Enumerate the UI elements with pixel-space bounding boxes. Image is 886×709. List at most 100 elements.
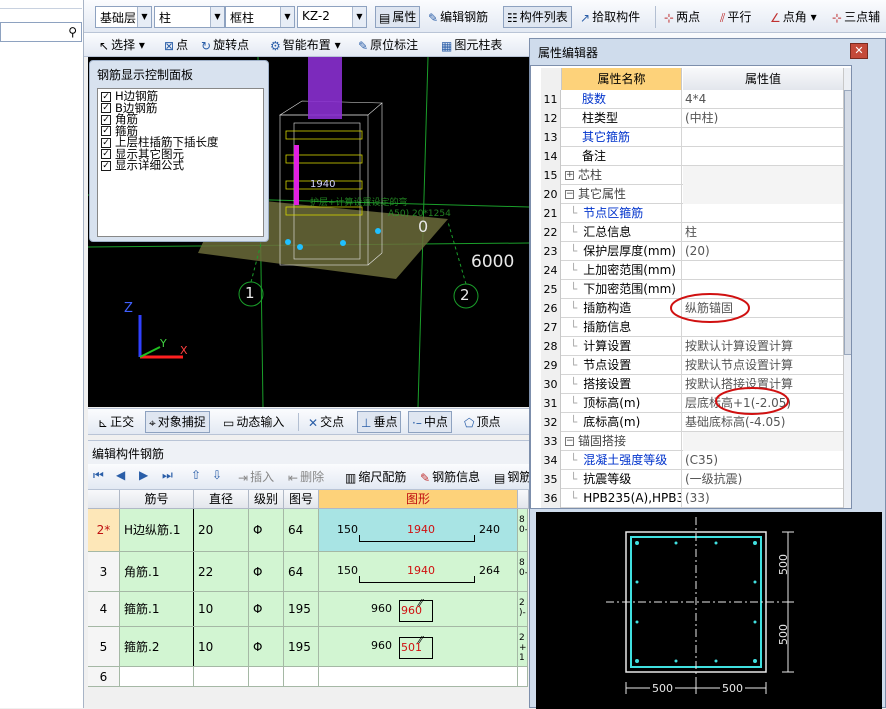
cell-dia[interactable]: 10 bbox=[194, 627, 249, 666]
axis-label-1: 1 bbox=[245, 284, 255, 302]
category-select[interactable]: 柱 ▼ bbox=[154, 6, 225, 28]
control-panel-item[interactable]: ✓ 显示详细公式 bbox=[101, 160, 260, 172]
properties-button[interactable]: ▤ 属性 bbox=[375, 6, 421, 28]
vertex-button[interactable]: ⬠ 顶点 bbox=[462, 411, 502, 433]
cell-idx: 2* bbox=[88, 509, 120, 551]
cell-fig[interactable]: 195 bbox=[284, 592, 319, 626]
cell-grade[interactable]: Φ bbox=[249, 552, 284, 591]
cell-extra[interactable] bbox=[518, 667, 528, 686]
table-row[interactable]: 4 箍筋.1 10 Φ 195 960 960 ⁄⁄ 2 )- bbox=[88, 592, 528, 627]
table-row[interactable]: 6 bbox=[88, 667, 528, 687]
stirrup-shape bbox=[399, 599, 433, 622]
cell-name[interactable] bbox=[120, 667, 194, 686]
ghost-text-1: 护层+计算设置设定的弯 bbox=[310, 198, 408, 208]
cell-shape[interactable]: 960 960 ⁄⁄ bbox=[319, 592, 518, 626]
cell-dia[interactable] bbox=[194, 667, 249, 686]
subtype-select[interactable]: 框柱 ▼ bbox=[225, 6, 295, 28]
cell-name[interactable]: 箍筋.1 bbox=[120, 592, 194, 626]
grid-header-figure-no[interactable]: 图号 bbox=[284, 490, 319, 509]
in-place-annotation-button[interactable]: ✎ 原位标注 bbox=[356, 34, 420, 56]
cell-dia[interactable]: 20 bbox=[194, 509, 249, 551]
cell-dia[interactable]: 22 bbox=[194, 552, 249, 591]
cell-grade[interactable]: Φ bbox=[249, 509, 284, 551]
cell-fig[interactable]: 195 bbox=[284, 627, 319, 666]
checkbox[interactable]: ✓ bbox=[101, 103, 111, 114]
cell-extra[interactable]: 2 )- bbox=[518, 592, 528, 626]
midpoint-button[interactable]: ·– 中点 bbox=[408, 411, 452, 433]
cell-extra[interactable]: 8 0- bbox=[518, 509, 528, 551]
cell-grade[interactable] bbox=[249, 667, 284, 686]
smart-layout-button[interactable]: ⚙ 智能布置 ▾ bbox=[268, 34, 343, 56]
grid-header-grade[interactable]: 级别 bbox=[249, 490, 284, 509]
component-list-button[interactable]: ☷ 构件列表 bbox=[503, 6, 572, 28]
point-button[interactable]: ⊠ 点 bbox=[162, 34, 190, 56]
delete-button[interactable]: ⇤ 删除 bbox=[286, 466, 326, 488]
select-button[interactable]: ↖ 选择 ▾ bbox=[97, 34, 147, 56]
rebar-editor-title-bar: 编辑构件钢筋 bbox=[88, 440, 529, 464]
annotation-circles bbox=[670, 293, 789, 415]
grid-header-name[interactable]: 筋号 bbox=[120, 490, 194, 509]
cell-grade[interactable]: Φ bbox=[249, 627, 284, 666]
last-icon[interactable]: ⏭ bbox=[162, 468, 173, 483]
cell-shape[interactable]: 150 1940 264 bbox=[319, 552, 518, 591]
ortho-button[interactable]: ⊾ 正交 bbox=[96, 411, 136, 433]
parallel-button[interactable]: ⫽ 平行 bbox=[718, 6, 753, 28]
table-row[interactable]: 3 角筋.1 22 Φ 64 150 1940 264 8 0- bbox=[88, 552, 528, 592]
grid-header-shape[interactable]: 图形 bbox=[319, 490, 518, 509]
rebar-info-button[interactable]: ✎ 钢筋信息 bbox=[418, 466, 482, 488]
cell-shape[interactable] bbox=[319, 667, 518, 686]
prev-icon[interactable]: ◀ bbox=[116, 468, 125, 482]
checkbox[interactable]: ✓ bbox=[101, 126, 111, 137]
component-select[interactable]: KZ-2 ▼ bbox=[297, 6, 367, 28]
cell-shape[interactable]: 960 501 ⁄⁄ bbox=[319, 627, 518, 666]
object-snap-button[interactable]: ⌖ 对象捕捉 bbox=[145, 411, 210, 433]
checkbox[interactable]: ✓ bbox=[101, 137, 111, 148]
cell-fig[interactable] bbox=[284, 667, 319, 686]
table-row[interactable]: 2* H边纵筋.1 20 Φ 64 150 1940 240 8 0- bbox=[88, 509, 528, 552]
left-search-box[interactable]: ⚲ bbox=[0, 22, 82, 42]
pick-icon: ↗ bbox=[580, 10, 591, 25]
delete-icon: ⇤ bbox=[288, 470, 299, 485]
cell-grade[interactable]: Φ bbox=[249, 592, 284, 626]
floor-select[interactable]: 基础层 ▼ bbox=[95, 6, 152, 28]
intersection-button[interactable]: ✕ 交点 bbox=[306, 411, 346, 433]
rebar-more-button[interactable]: ▤ 钢筋 bbox=[492, 466, 533, 488]
pick-component-button[interactable]: ↗ 拾取构件 bbox=[578, 6, 642, 28]
next-icon[interactable]: ▶ bbox=[139, 468, 148, 482]
edit-rebar-button[interactable]: ✎ 编辑钢筋 bbox=[426, 6, 490, 28]
cell-extra[interactable]: 8 0- bbox=[518, 552, 528, 591]
two-points-button[interactable]: ⊹ 两点 bbox=[662, 6, 702, 28]
table-row[interactable]: 5箍筋.210Φ195960501⁄⁄2 +2 1 bbox=[88, 627, 528, 667]
cell-name[interactable]: 角筋.1 bbox=[120, 552, 194, 591]
dimension-0: 0 bbox=[418, 217, 429, 236]
properties-label: 属性 bbox=[392, 10, 417, 24]
cell-name[interactable]: 箍筋.2 bbox=[120, 627, 194, 666]
cell-fig[interactable]: 64 bbox=[284, 552, 319, 591]
rotate-point-button[interactable]: ↻ 旋转点 bbox=[199, 34, 251, 56]
cell-extra[interactable]: 2 +2 1 bbox=[518, 627, 528, 666]
point-angle-label: 点角 bbox=[782, 10, 807, 24]
cell-fig[interactable]: 64 bbox=[284, 509, 319, 551]
checkbox[interactable]: ✓ bbox=[101, 149, 111, 160]
first-icon[interactable]: ⏮ bbox=[93, 468, 104, 483]
point-angle-button[interactable]: ∠ 点角 ▾ bbox=[768, 6, 819, 28]
cell-shape[interactable]: 150 1940 240 bbox=[319, 509, 518, 551]
stirrup-hook-icon: ⁄⁄ bbox=[419, 597, 423, 609]
element-table-button[interactable]: ▦ 图元柱表 bbox=[439, 34, 504, 56]
checkbox[interactable]: ✓ bbox=[101, 91, 111, 102]
cell-name[interactable]: H边纵筋.1 bbox=[120, 509, 194, 551]
move-up-icon[interactable]: ⇧ bbox=[191, 468, 201, 482]
dynamic-input-button[interactable]: ▭ 动态输入 bbox=[221, 411, 286, 433]
scale-rebar-button[interactable]: ▥ 缩尺配筋 bbox=[343, 466, 408, 488]
three-point-button[interactable]: ⊹ 三点辅 bbox=[830, 6, 882, 28]
checkbox[interactable]: ✓ bbox=[101, 114, 111, 125]
grid-header-diameter[interactable]: 直径(mm) bbox=[194, 490, 249, 525]
perpendicular-button[interactable]: ⊥ 垂点 bbox=[357, 411, 402, 433]
cell-dia[interactable]: 10 bbox=[194, 592, 249, 626]
rebar-shape-line bbox=[359, 534, 475, 542]
search-icon[interactable]: ⚲ bbox=[68, 25, 77, 39]
checkbox[interactable]: ✓ bbox=[101, 160, 111, 171]
insert-button[interactable]: ⇥ 插入 bbox=[236, 466, 276, 488]
move-down-icon[interactable]: ⇩ bbox=[212, 468, 222, 482]
in-place-annotation-label: 原位标注 bbox=[370, 38, 419, 52]
